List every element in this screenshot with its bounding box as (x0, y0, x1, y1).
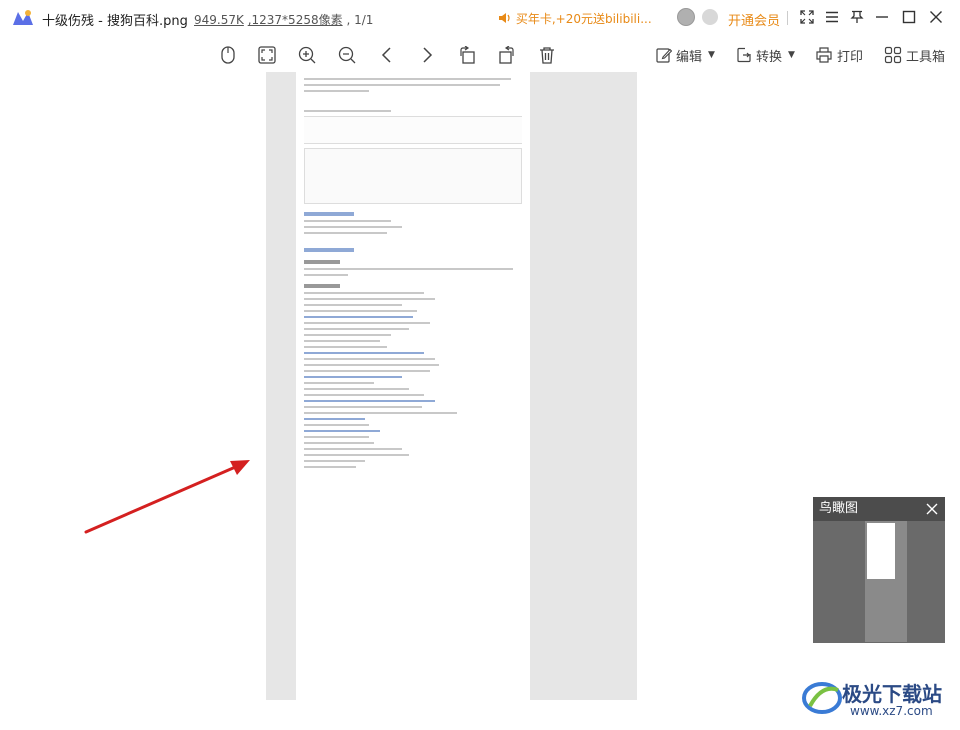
file-size[interactable]: 949.57K (194, 13, 244, 27)
minimize-button[interactable] (871, 6, 893, 28)
grid-apps-icon (884, 46, 902, 64)
pin-icon (850, 10, 864, 23)
convert-menu[interactable]: 转换 ▼ (736, 44, 795, 66)
watermark-name: 极光下载站 (842, 682, 942, 706)
file-title: 十级伤残 - 搜狗百科.png (42, 14, 188, 29)
edit-icon (656, 48, 672, 63)
app-logo-icon (13, 10, 33, 25)
title-bar: 十级伤残 - 搜狗百科.png 949.57K ,1237*5258像素 , 1… (0, 0, 960, 36)
caret-down-icon: ▼ (708, 50, 715, 60)
edit-menu[interactable]: 编辑 ▼ (656, 44, 715, 66)
speaker-icon (499, 13, 510, 23)
user-avatar[interactable] (677, 8, 695, 26)
promo-link[interactable]: 买年卡,+20元送bilibili... (498, 10, 666, 27)
chevron-right-icon (423, 47, 433, 63)
birdseye-panel: 鸟瞰图 (813, 497, 945, 643)
rotate-right-icon (499, 46, 514, 64)
edit-label: 编辑 (676, 49, 703, 65)
toolbox-label: 工具箱 (906, 49, 946, 65)
mouse-icon (221, 46, 235, 64)
trash-icon (540, 47, 554, 64)
actual-size-button[interactable] (217, 44, 239, 66)
toolbox-button[interactable]: 工具箱 (884, 44, 945, 66)
page-count-value: 1/1 (354, 13, 374, 27)
next-button[interactable] (416, 44, 438, 66)
convert-label: 转换 (756, 49, 783, 65)
previous-button[interactable] (376, 44, 398, 66)
image-dimensions[interactable]: ,1237*5258像素 (248, 13, 343, 27)
print-label: 打印 (837, 49, 864, 65)
delete-button[interactable] (536, 44, 558, 66)
pin-button[interactable] (846, 6, 868, 28)
rotate-right-button[interactable] (496, 44, 518, 66)
title-divider (787, 11, 788, 25)
zoom-in-icon (298, 46, 316, 64)
file-meta: 949.57K ,1237*5258像素 , 1/1 (194, 11, 373, 28)
open-vip-button[interactable]: 开通会员 (728, 10, 780, 29)
promo-text: 买年卡,+20元送bilibili... (515, 12, 652, 26)
print-button[interactable]: 打印 (815, 44, 863, 66)
fit-screen-icon (258, 46, 276, 64)
zoom-out-icon (338, 46, 356, 64)
menu-button[interactable] (821, 6, 843, 28)
hamburger-icon (826, 11, 838, 23)
zoom-in-button[interactable] (296, 44, 318, 66)
red-arrow-annotation (84, 460, 250, 534)
vip-badge-icon (702, 9, 718, 25)
caret-down-icon: ▼ (788, 50, 795, 60)
watermark-url: www.xz7.com (850, 704, 933, 718)
printer-icon (816, 47, 832, 63)
image-dimensions-value: 1237*5258像素 (251, 13, 343, 27)
rotate-left-button[interactable] (456, 44, 478, 66)
minimize-icon (876, 16, 888, 18)
chevron-left-icon (381, 47, 391, 63)
page-count: , 1/1 (346, 13, 374, 27)
close-button[interactable] (925, 6, 947, 28)
birdseye-header: 鸟瞰图 (813, 497, 945, 521)
maximize-icon (902, 10, 916, 24)
close-icon (930, 11, 942, 23)
rotate-left-icon (460, 46, 475, 64)
convert-icon (737, 47, 751, 63)
document-image[interactable] (296, 72, 530, 700)
close-icon[interactable] (925, 502, 939, 516)
fullscreen-button[interactable] (796, 6, 818, 28)
birdseye-title: 鸟瞰图 (819, 501, 859, 516)
fit-window-button[interactable] (256, 44, 278, 66)
zoom-out-button[interactable] (336, 44, 358, 66)
maximize-button[interactable] (898, 6, 920, 28)
birdseye-viewport[interactable] (867, 523, 895, 579)
expand-icon (800, 10, 814, 24)
